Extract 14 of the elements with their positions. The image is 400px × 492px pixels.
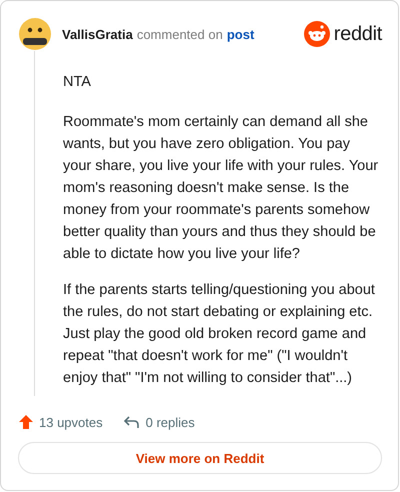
avatar-icon <box>18 17 52 51</box>
comment-text: Roommate's mom certainly can demand all she wants, but you have zero obligation. You pay your share, you live your life with your rules. Your mom's reasoning doesn't make sense. Is the money from your roommate's parents somehow better quality than yours and thus they should be able to dictate how you live your life? <box>63 113 380 264</box>
brand-name: reddit <box>334 22 382 46</box>
action-text: commented on <box>136 26 223 42</box>
comment-text: NTA <box>63 73 92 92</box>
upvote-icon[interactable] <box>18 414 34 430</box>
view-more-button[interactable]: View more on Reddit <box>18 442 382 474</box>
reply-icon[interactable] <box>122 414 141 430</box>
reddit-logo-icon <box>304 21 330 47</box>
username[interactable]: VallisGratia <box>62 26 133 42</box>
post-link[interactable]: post <box>226 26 254 42</box>
upvote-count: 13 upvotes <box>39 414 103 430</box>
reply-count: 0 replies <box>146 414 195 430</box>
comment-text: If the parents starts telling/questioning you about the rules, do not start debating or explaining etc. Just play the good old broken record game and repeat "that doesn't work for me" ("I wouldn't enjoy that" "I'm not willing to consider that"...) <box>63 281 376 388</box>
